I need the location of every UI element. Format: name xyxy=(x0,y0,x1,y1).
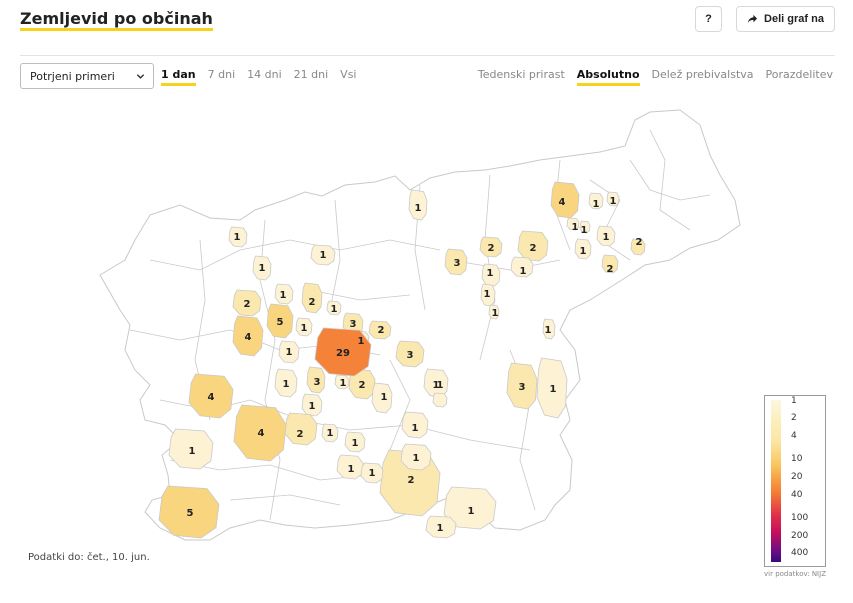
legend-tick-label: 100 xyxy=(791,513,809,523)
legend-tick-label: 1 xyxy=(791,396,797,406)
municipality-value-label: 1 xyxy=(259,263,266,274)
municipality-value-label: 2 xyxy=(488,243,495,254)
tab-period-14-days[interactable]: 14 dni xyxy=(247,68,282,86)
municipality-value-label: 1 xyxy=(320,250,327,261)
municipality-value-label: 1 xyxy=(610,196,617,207)
tab-mode-population-share[interactable]: Delež prebivalstva xyxy=(652,68,754,86)
legend-tick-label: 2 xyxy=(791,413,797,423)
share-arrow-icon xyxy=(747,14,758,23)
tab-period-7-days[interactable]: 7 dni xyxy=(208,68,236,86)
municipality-value-label: 1 xyxy=(234,232,241,243)
municipality-value-label: 2 xyxy=(244,299,251,310)
tab-mode-weekly-growth[interactable]: Tedenski prirast xyxy=(478,68,565,86)
tab-period-21-days[interactable]: 21 dni xyxy=(294,68,329,86)
municipality-value-label: 2 xyxy=(309,297,316,308)
municipality-value-label: 1 xyxy=(581,225,588,236)
tab-period-all[interactable]: Vsi xyxy=(340,68,356,86)
municipality-value-label: 1 xyxy=(484,289,491,300)
municipality-value-label: 1 xyxy=(437,523,444,534)
municipality-value-label: 1 xyxy=(492,308,499,319)
municipality-value-label: 4 xyxy=(559,197,566,208)
municipality-value-label: 1 xyxy=(369,468,376,479)
map-regions xyxy=(99,109,741,541)
municipality-value-label: 1 xyxy=(286,347,293,358)
help-button[interactable]: ? xyxy=(695,6,722,32)
municipality-value-label: 1 xyxy=(415,203,422,214)
municipality-value-label: 2 xyxy=(636,237,643,248)
municipality-value-label: 1 xyxy=(487,268,494,279)
municipality-value-label: 1 xyxy=(412,423,419,434)
municipality-value-label: 1 xyxy=(352,438,359,449)
municipality-value-label: 1 xyxy=(381,392,388,403)
legend-color-bar xyxy=(771,400,781,562)
tab-period-1-day[interactable]: 1 dan xyxy=(161,68,196,86)
legend-tick-label: 10 xyxy=(791,454,803,464)
municipality-value-label: 2 xyxy=(378,325,385,336)
tab-mode-distribution[interactable]: Porazdelitev xyxy=(766,68,833,86)
legend-tick-label: 200 xyxy=(791,531,809,541)
municipality-value-label: 3 xyxy=(350,319,357,330)
color-legend: 1 2 4 10 20 40 100 200 400 xyxy=(764,395,826,567)
data-source: vir podatkov: NIJZ xyxy=(764,570,826,578)
municipality-value-label: 1 xyxy=(283,379,290,390)
municipality-value-label: 1 xyxy=(280,290,287,301)
tab-mode-absolute[interactable]: Absolutno xyxy=(576,68,640,86)
metric-select[interactable]: Potrjeni primeri xyxy=(20,63,154,89)
municipality-value-label: 5 xyxy=(277,317,284,328)
municipality-value-label: 4 xyxy=(245,332,252,343)
municipality-value-label: 3 xyxy=(314,377,321,388)
municipality-value-label: 1 xyxy=(331,304,338,315)
municipality-value-label: 1 xyxy=(603,232,610,243)
municipality-value-label: 3 xyxy=(407,350,414,361)
municipality-value-label: 1 xyxy=(468,506,475,517)
municipality-value-label: 1 xyxy=(580,246,587,257)
municipality-value-label: 2 xyxy=(530,243,537,254)
header-divider xyxy=(20,55,835,56)
municipality-value-label: 1 xyxy=(327,428,334,439)
municipality-value-label: 1 xyxy=(572,222,579,233)
municipality-value-label: 3 xyxy=(454,258,461,269)
municipality-value-label: 1 xyxy=(301,323,308,334)
metric-select-value: Potrjeni primeri xyxy=(30,69,115,83)
municipality-value-label: 2 xyxy=(607,264,614,275)
municipality-value-label: 1 xyxy=(520,266,527,277)
municipality-region[interactable] xyxy=(432,392,448,408)
page-title: Zemljevid po občinah xyxy=(20,9,213,31)
municipality-value-label: 1 xyxy=(593,199,600,210)
municipality-value-label: 4 xyxy=(208,392,215,403)
municipality-value-label: 5 xyxy=(187,508,194,519)
legend-tick-label: 4 xyxy=(791,431,797,441)
municipality-value-label: 29 xyxy=(336,348,350,359)
municipality-value-label: 2 xyxy=(359,380,366,391)
municipality-value-label: 1 xyxy=(358,336,365,347)
municipality-value-label: 1 xyxy=(550,384,557,395)
chevron-down-icon xyxy=(136,74,145,79)
municipality-value-label: 1 xyxy=(545,325,552,336)
legend-tick-label: 400 xyxy=(791,548,809,558)
share-button[interactable]: Deli graf na xyxy=(736,6,835,32)
municipality-value-label: 1 xyxy=(437,380,444,391)
municipality-value-label: 3 xyxy=(519,382,526,393)
municipality-value-label: 2 xyxy=(408,475,415,486)
municipality-value-label: 1 xyxy=(340,378,347,389)
data-date-note: Podatki do: čet., 10. jun. xyxy=(28,552,150,563)
municipality-value-label: 1 xyxy=(348,464,355,475)
municipality-value-label: 1 xyxy=(309,401,316,412)
share-button-label: Deli graf na xyxy=(764,13,824,25)
municipality-value-label: 1 xyxy=(413,453,420,464)
municipality-value-label: 1 xyxy=(189,446,196,457)
legend-tick-label: 20 xyxy=(791,472,803,482)
municipality-value-label: 4 xyxy=(258,428,265,439)
legend-tick-label: 40 xyxy=(791,490,803,500)
mode-tabs: Tedenski prirast Absolutno Delež prebiva… xyxy=(478,68,833,86)
municipality-value-label: 2 xyxy=(297,429,304,440)
period-tabs: 1 dan 7 dni 14 dni 21 dni Vsi xyxy=(161,68,356,86)
municipality-map[interactable]: 4 1 11 11122111132 2111112213124511132112931… xyxy=(90,100,755,545)
